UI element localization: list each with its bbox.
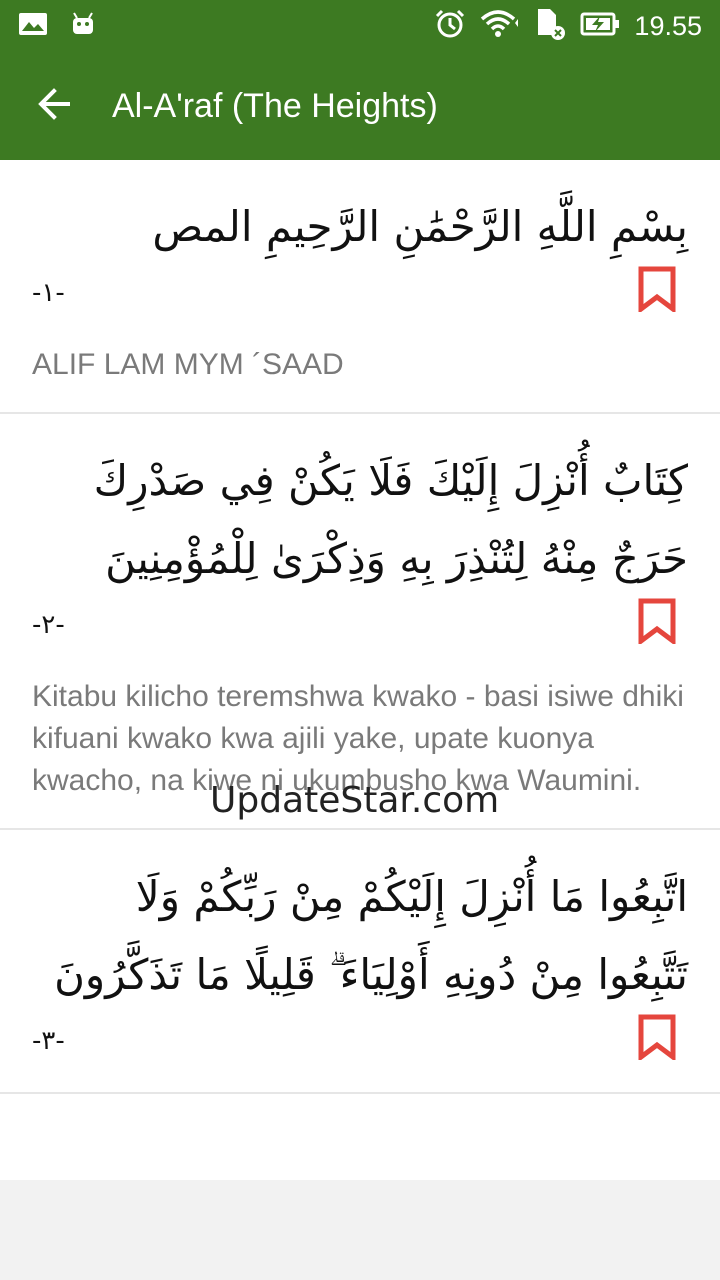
android-icon bbox=[70, 12, 96, 40]
wifi-icon bbox=[480, 9, 520, 43]
image-icon bbox=[18, 12, 48, 40]
verse-arabic-text: كِتَابٌ أُنْزِلَ إِلَيْكَ فَلَا يَكُنْ ف… bbox=[93, 456, 688, 583]
bookmark-icon bbox=[638, 266, 676, 314]
bottom-area bbox=[0, 1180, 720, 1280]
verse-arabic-text: بِسْمِ اللَّهِ الرَّحْمَٰنِ الرَّحِيمِ ا… bbox=[152, 202, 688, 251]
app-bar: Al-A'raf (The Heights) bbox=[0, 52, 720, 160]
verse-arabic-text: اتَّبِعُوا مَا أُنْزِلَ إِلَيْكُمْ مِنْ … bbox=[54, 872, 688, 999]
battery-charging-icon bbox=[580, 11, 620, 41]
verse-item: بِسْمِ اللَّهِ الرَّحْمَٰنِ الرَّحِيمِ ا… bbox=[0, 160, 720, 414]
verse-list[interactable]: بِسْمِ اللَّهِ الرَّحْمَٰنِ الرَّحِيمِ ا… bbox=[0, 160, 720, 1180]
verse-item: اتَّبِعُوا مَا أُنْزِلَ إِلَيْكُمْ مِنْ … bbox=[0, 830, 720, 1094]
verse-number: -١- bbox=[32, 278, 65, 308]
verse-number: -٣- bbox=[32, 1026, 65, 1056]
watermark-text: UpdateStar.com bbox=[210, 780, 500, 821]
bookmark-button[interactable] bbox=[638, 598, 676, 646]
status-bar: 19.55 bbox=[0, 0, 720, 52]
verse-meta-row: -١- bbox=[0, 266, 720, 344]
sim-icon bbox=[534, 7, 566, 45]
bookmark-icon bbox=[638, 1014, 676, 1062]
page-title: Al-A'raf (The Heights) bbox=[112, 86, 438, 125]
back-button[interactable] bbox=[0, 52, 112, 160]
verse-meta-row: -٢- bbox=[0, 598, 720, 676]
verse-item: كِتَابٌ أُنْزِلَ إِلَيْكَ فَلَا يَكُنْ ف… bbox=[0, 414, 720, 830]
bookmark-icon bbox=[638, 598, 676, 646]
alarm-icon bbox=[434, 8, 466, 44]
bookmark-button[interactable] bbox=[638, 266, 676, 314]
status-time: 19.55 bbox=[634, 10, 702, 41]
verse-number: -٢- bbox=[32, 610, 65, 640]
verse-meta-row: -٣- bbox=[0, 1014, 720, 1092]
arrow-left-icon bbox=[36, 86, 72, 126]
bookmark-button[interactable] bbox=[638, 1014, 676, 1062]
verse-translation: ALIF LAM MYM ´SAAD bbox=[32, 348, 344, 381]
